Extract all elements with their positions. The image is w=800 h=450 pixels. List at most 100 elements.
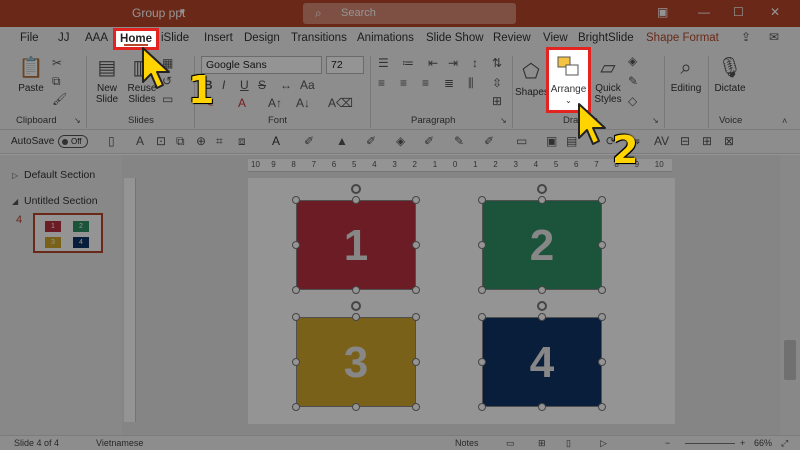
drawing-launcher-icon[interactable]: ↘ bbox=[652, 116, 659, 125]
quick-styles-button[interactable]: ▱ Quick Styles bbox=[592, 56, 624, 105]
group-icon[interactable]: ⧉ bbox=[176, 134, 185, 149]
collapse-ribbon-icon[interactable]: ˄ bbox=[782, 116, 787, 126]
tab-insert[interactable]: Insert bbox=[204, 32, 233, 44]
toolbar-more-icon[interactable]: ⊠ bbox=[724, 134, 734, 148]
autosave-toggle[interactable]: Off bbox=[58, 135, 88, 148]
tab-transitions[interactable]: Transitions bbox=[291, 32, 347, 44]
format-painter-icon[interactable]: 🖌 bbox=[52, 92, 67, 106]
font-color-icon[interactable]: A bbox=[238, 96, 246, 110]
shape-box-2[interactable]: 2 bbox=[482, 200, 602, 290]
shape-rect-icon[interactable]: ▭ bbox=[516, 134, 527, 148]
font-size-dropdown[interactable]: 72 bbox=[326, 56, 364, 74]
eyedropper-4-icon[interactable]: ✐ bbox=[484, 134, 494, 148]
font-family-dropdown[interactable]: Google Sans bbox=[201, 56, 322, 74]
resize-handle[interactable] bbox=[292, 286, 300, 294]
resize-handle[interactable] bbox=[412, 313, 420, 321]
spacing-icon[interactable]: AV bbox=[654, 134, 669, 148]
resize-handle[interactable] bbox=[478, 313, 486, 321]
tab-animations[interactable]: Animations bbox=[357, 32, 414, 44]
resize-handle[interactable] bbox=[598, 358, 606, 366]
resize-handle[interactable] bbox=[352, 286, 360, 294]
comments-icon[interactable]: ✉ bbox=[765, 30, 783, 48]
resize-handle[interactable] bbox=[538, 403, 546, 411]
rotate-handle[interactable] bbox=[351, 184, 361, 194]
slide-sorter-icon[interactable]: ⊞ bbox=[538, 438, 546, 449]
copy-icon[interactable]: ⧉ bbox=[52, 74, 61, 89]
resize-handle[interactable] bbox=[538, 196, 546, 204]
order-icon[interactable]: ⊞ bbox=[702, 134, 712, 148]
resize-handle[interactable] bbox=[538, 313, 546, 321]
scrollbar-thumb[interactable] bbox=[784, 340, 796, 380]
resize-handle[interactable] bbox=[538, 286, 546, 294]
editing-button[interactable]: ⌕ Editing bbox=[668, 56, 704, 94]
resize-handle[interactable] bbox=[478, 286, 486, 294]
resize-handle[interactable] bbox=[598, 241, 606, 249]
language[interactable]: Vietnamese bbox=[96, 438, 143, 448]
shrink-font-icon[interactable]: A↓ bbox=[296, 96, 310, 110]
resize-handle[interactable] bbox=[598, 313, 606, 321]
grow-font-icon[interactable]: A↑ bbox=[268, 96, 282, 110]
increase-indent-icon[interactable]: ⇥ bbox=[448, 56, 458, 70]
bullets-icon[interactable]: ☰ bbox=[378, 56, 389, 70]
shape-effects-icon[interactable]: ◇ bbox=[628, 94, 637, 108]
italic-icon[interactable]: I bbox=[222, 78, 225, 92]
cut-icon[interactable]: ✂ bbox=[52, 56, 62, 70]
zoom-level[interactable]: 66% bbox=[754, 438, 772, 448]
tab-islide[interactable]: iSlide bbox=[161, 32, 189, 44]
close-icon[interactable]: ✕ bbox=[770, 5, 780, 19]
resize-handle[interactable] bbox=[412, 286, 420, 294]
resize-handle[interactable] bbox=[478, 196, 486, 204]
slide-thumbnail[interactable]: 1 2 3 4 bbox=[33, 213, 103, 253]
clear-format-icon[interactable]: A⌫ bbox=[328, 96, 353, 110]
align-center-icon[interactable]: ≡ bbox=[400, 76, 407, 90]
paste-button[interactable]: 📋 Paste bbox=[16, 56, 46, 94]
resize-handle[interactable] bbox=[352, 196, 360, 204]
align-icon[interactable]: ⊡ bbox=[156, 134, 166, 148]
section-untitled[interactable]: ◢ Untitled Section bbox=[12, 195, 98, 207]
rotate-handle[interactable] bbox=[351, 301, 361, 311]
fill-color-icon[interactable]: ◈ bbox=[396, 134, 405, 148]
resize-handle[interactable] bbox=[412, 358, 420, 366]
shape-box-4[interactable]: 4 bbox=[482, 317, 602, 407]
eyedropper-icon[interactable]: ✐ bbox=[304, 134, 314, 148]
distribute-icon[interactable]: ⧈ bbox=[238, 134, 246, 149]
resize-handle[interactable] bbox=[598, 286, 606, 294]
resize-handle[interactable] bbox=[292, 313, 300, 321]
shape-outline-icon[interactable]: ✎ bbox=[628, 74, 638, 88]
tab-review[interactable]: Review bbox=[493, 32, 531, 44]
resize-handle[interactable] bbox=[292, 358, 300, 366]
size-icon[interactable]: ▣ bbox=[546, 134, 557, 148]
justify-icon[interactable]: ≣ bbox=[444, 76, 454, 90]
text-box-icon[interactable]: A bbox=[136, 134, 144, 148]
change-case-icon[interactable]: Aa bbox=[300, 78, 315, 92]
save-icon[interactable]: ▯ bbox=[108, 134, 115, 148]
search-box[interactable]: ⌕ Search bbox=[303, 3, 516, 24]
columns-icon[interactable]: ⫼ bbox=[468, 76, 474, 91]
resize-handle[interactable] bbox=[412, 403, 420, 411]
resize-handle[interactable] bbox=[598, 196, 606, 204]
resize-handle[interactable] bbox=[412, 196, 420, 204]
section-default[interactable]: ▷ Default Section bbox=[12, 169, 95, 181]
tab-file[interactable]: File bbox=[20, 32, 39, 44]
resize-handle[interactable] bbox=[292, 241, 300, 249]
more-icon[interactable]: ⊟ bbox=[680, 134, 690, 148]
align-right-icon[interactable]: ≡ bbox=[422, 76, 429, 90]
resize-handle[interactable] bbox=[292, 403, 300, 411]
zoom-slider[interactable] bbox=[685, 443, 735, 444]
line-spacing-icon[interactable]: ↕ bbox=[472, 56, 478, 70]
shape-box-1[interactable]: 1 bbox=[296, 200, 416, 290]
tab-brightslide[interactable]: BrightSlide bbox=[578, 32, 634, 44]
section-icon[interactable]: ▭ bbox=[162, 92, 173, 106]
dictate-button[interactable]: 🎙 Dictate bbox=[712, 56, 748, 94]
shapes-button[interactable]: ⬠ Shapes bbox=[515, 60, 549, 98]
reading-view-icon[interactable]: ▯ bbox=[566, 438, 571, 449]
zoom-out-icon[interactable]: − bbox=[665, 438, 670, 448]
fit-slide-icon[interactable]: ⤢ bbox=[781, 438, 788, 449]
shape-box-3[interactable]: 3 bbox=[296, 317, 416, 407]
vertical-scrollbar[interactable] bbox=[780, 155, 800, 435]
text-color-icon[interactable]: A bbox=[272, 134, 280, 148]
shape-fill-icon[interactable]: ◈ bbox=[628, 54, 637, 68]
eyedropper-3-icon[interactable]: ✐ bbox=[424, 134, 434, 148]
align-left-icon[interactable]: ≡ bbox=[378, 76, 385, 90]
decrease-indent-icon[interactable]: ⇤ bbox=[428, 56, 438, 70]
